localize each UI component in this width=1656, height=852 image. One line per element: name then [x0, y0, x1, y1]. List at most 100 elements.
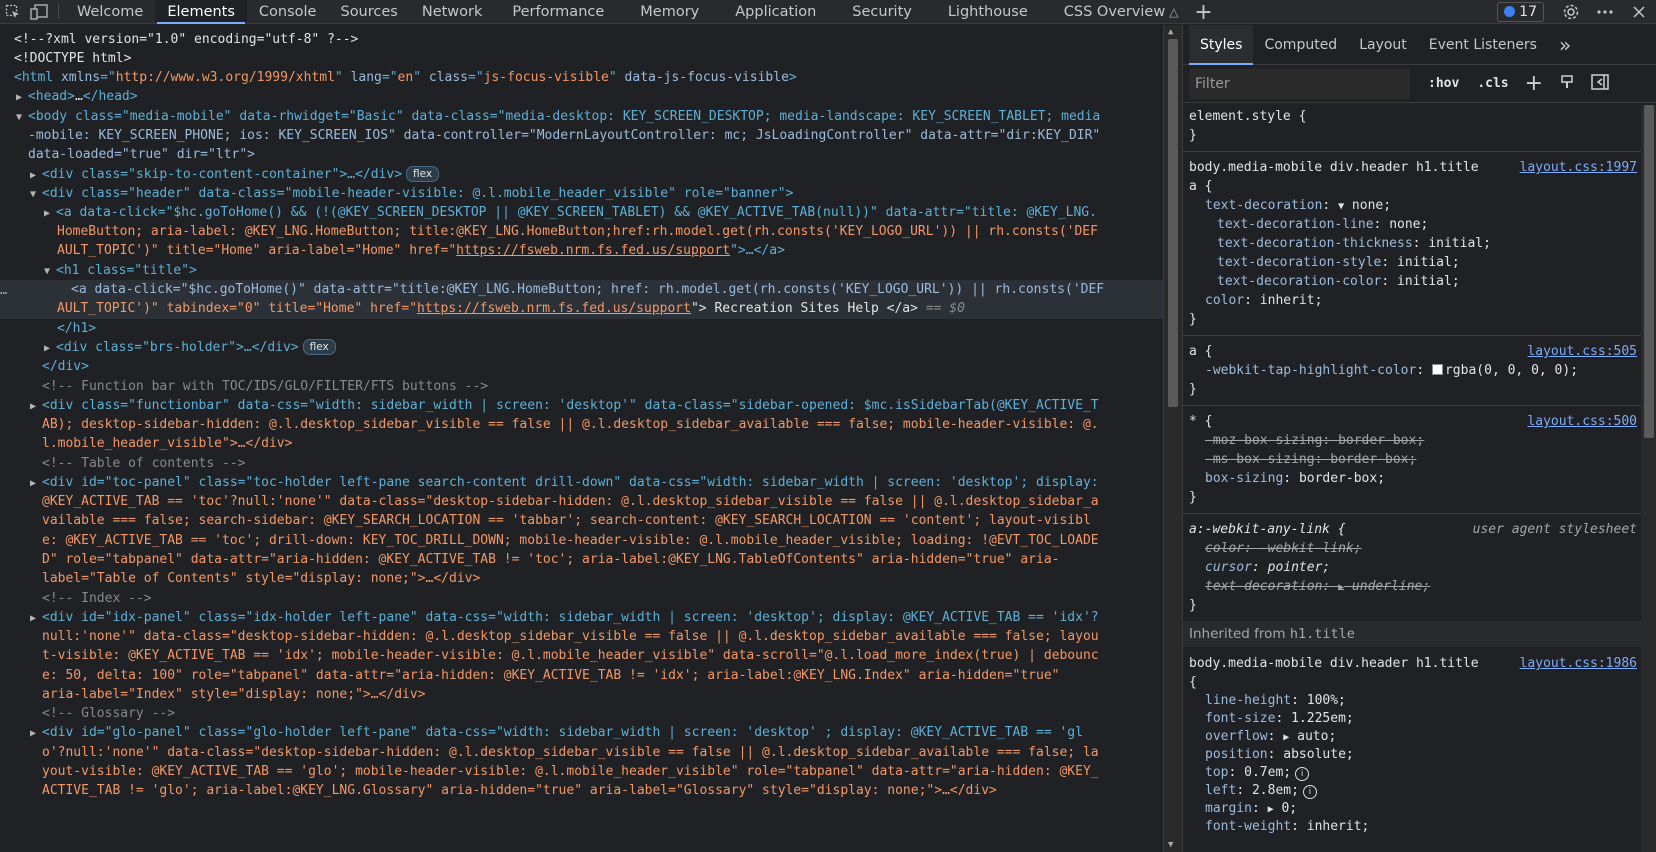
tab-lighthouse[interactable]: Lighthouse [930, 0, 1046, 23]
dom-node-xml-comment[interactable]: <!--?xml version="1.0" encoding="utf-8" … [0, 30, 1163, 50]
css-declaration[interactable]: margin: ▶ 0; [1183, 800, 1641, 818]
dom-node-html[interactable]: <html xmlns="http://www.w3.org/1999/xhtm… [0, 68, 1163, 88]
tab-computed[interactable]: Computed [1253, 25, 1348, 64]
collapse-triangle-icon[interactable]: ▼ [30, 185, 42, 204]
tab-sources[interactable]: Sources [328, 0, 409, 23]
info-icon[interactable]: i [1295, 767, 1310, 781]
css-declaration-overridden[interactable]: -moz-box-sizing: border-box; [1183, 431, 1641, 450]
dom-node-idx-panel[interactable]: ▶ <div id="idx-panel" class="idx-holder l… [0, 608, 1163, 628]
expand-triangle-icon[interactable]: ▶ [44, 204, 56, 223]
tab-styles[interactable]: Styles [1189, 25, 1254, 65]
tab-event-listeners[interactable]: Event Listeners [1418, 25, 1548, 64]
flex-badge[interactable]: flex [302, 339, 336, 355]
rule-selector[interactable]: * {layout.css:500 [1183, 412, 1641, 431]
expand-triangle-icon[interactable]: ▶ [1268, 804, 1274, 815]
styles-scrollbar[interactable] [1641, 105, 1656, 852]
scroll-down-icon[interactable]: ▼ [1168, 840, 1173, 850]
tab-elements[interactable]: Elements [155, 0, 247, 24]
dom-comment[interactable]: <!-- Function bar with TOC/IDS/GLO/FILTE… [0, 377, 1163, 397]
dom-scrollbar[interactable]: ▲ ▼ [1163, 25, 1182, 852]
css-value[interactable]: none; [1352, 198, 1391, 213]
scrollbar-thumb[interactable] [1168, 39, 1178, 407]
rule-selector[interactable]: a:-webkit-any-link {user agent styleshee… [1183, 520, 1641, 539]
tab-security[interactable]: Security [834, 0, 930, 23]
tab-network[interactable]: Network [410, 0, 495, 23]
tab-layout[interactable]: Layout [1348, 25, 1418, 64]
css-declaration-overridden[interactable]: -ms-box-sizing: border-box; [1183, 450, 1641, 469]
scrollbar-thumb[interactable] [1644, 105, 1654, 438]
more-tabs-button[interactable]: » [1548, 25, 1582, 64]
expand-triangle-icon[interactable]: ▶ [30, 397, 42, 416]
expand-triangle-icon[interactable]: ▶ [1338, 582, 1344, 593]
css-value[interactable]: border-box; [1299, 471, 1385, 486]
collapse-triangle-icon[interactable]: ▼ [44, 262, 56, 281]
source-link[interactable]: layout.css:1986 [1520, 654, 1637, 673]
dom-node-body[interactable]: ▼ <body class="media-mobile" data-rhwidge… [0, 107, 1163, 127]
css-value[interactable]: 1.225em; [1291, 711, 1354, 726]
expand-triangle-icon[interactable]: ▶ [30, 166, 42, 185]
dom-node-brs-holder[interactable]: ▶ <div class="brs-holder">…</div> flex [0, 338, 1163, 358]
css-declaration[interactable]: font-size: 1.225em; [1183, 710, 1641, 728]
css-value[interactable]: 0; [1281, 801, 1297, 816]
dom-node-header[interactable]: ▼ <div class="header" data-class="mobile-… [0, 184, 1163, 204]
add-tab-button[interactable]: + [1186, 0, 1220, 25]
css-value[interactable]: auto; [1297, 729, 1336, 744]
tab-memory[interactable]: Memory [622, 0, 717, 23]
dom-node-home-link[interactable]: ▶ <a data-click="$hc.goToHome() && (!(@KE… [0, 203, 1163, 223]
css-declaration[interactable]: overflow: ▶ auto; [1183, 728, 1641, 746]
css-declaration[interactable]: top: 0.7em; i [1183, 764, 1641, 782]
hover-state-button[interactable]: :hov [1428, 76, 1459, 91]
css-value[interactable]: absolute; [1283, 747, 1353, 762]
close-devtools-button[interactable] [1622, 0, 1656, 24]
css-value[interactable]: 2.8em; [1252, 783, 1299, 798]
toggle-sidebar-icon[interactable] [1591, 73, 1609, 94]
css-declaration[interactable]: box-sizing: border-box; [1183, 469, 1641, 488]
tab-application[interactable]: Application [717, 0, 834, 23]
issues-counter-button[interactable]: 17 [1497, 1, 1544, 22]
settings-button[interactable] [1554, 0, 1588, 24]
rule-selector[interactable]: body.media-mobile div.header h1.title lay… [1183, 158, 1641, 177]
css-value[interactable]: rgba(0, 0, 0, 0); [1445, 363, 1578, 378]
flex-badge[interactable]: flex [406, 166, 440, 182]
expand-triangle-icon[interactable]: ▶ [44, 339, 56, 358]
expand-triangle-icon[interactable]: ▶ [30, 609, 42, 628]
css-value[interactable]: 0.7em; [1244, 765, 1291, 780]
dom-node-skip-to-content[interactable]: ▶ <div class="skip-to-content-container">… [0, 165, 1163, 185]
expand-triangle-icon[interactable]: ▶ [16, 88, 28, 107]
dom-node-glo-panel[interactable]: ▶ <div id="glo-panel" class="glo-holder l… [0, 723, 1163, 743]
css-declaration[interactable]: font-weight: inherit; [1183, 818, 1641, 836]
dom-node-doctype[interactable]: <!DOCTYPE html> [0, 49, 1163, 69]
css-declaration[interactable]: text-decoration: ▼ none; [1183, 196, 1641, 215]
expand-triangle-icon[interactable]: ▼ [1338, 201, 1344, 212]
rule-selector[interactable]: body.media-mobile div.header h1.title lay… [1183, 654, 1641, 673]
rule-selector[interactable]: element.style { [1183, 107, 1641, 126]
inspect-element-icon[interactable] [0, 0, 26, 23]
source-link[interactable]: layout.css:505 [1527, 342, 1637, 361]
expand-triangle-icon[interactable]: ▶ [30, 724, 42, 743]
expand-triangle-icon[interactable]: ▶ [1283, 732, 1289, 743]
rule-selector[interactable]: a {layout.css:505 [1183, 342, 1641, 361]
collapse-triangle-icon[interactable]: ▼ [16, 108, 28, 127]
css-declaration[interactable]: line-height: 100%; [1183, 692, 1641, 710]
color-swatch[interactable] [1431, 364, 1443, 375]
tab-console[interactable]: Console [247, 0, 329, 23]
dom-node-toc-panel[interactable]: ▶ <div id="toc-panel" class="toc-holder l… [0, 473, 1163, 493]
dom-comment[interactable]: <!-- Glossary --> [0, 704, 1163, 724]
paint-brush-icon[interactable] [1559, 74, 1575, 94]
dom-node-head[interactable]: ▶ <head>…</head> [0, 87, 1163, 107]
device-toolbar-icon[interactable] [26, 0, 52, 23]
source-link[interactable]: layout.css:500 [1527, 412, 1637, 431]
dom-node-selected-anchor[interactable]: … <a data-click="$hc.goToHome()" data-att… [0, 280, 1163, 300]
dom-link-url[interactable]: https://fsweb.nrm.fs.fed.us/support [417, 301, 691, 316]
dom-node-selected-anchor-cont[interactable]: AULT_TOPIC')" tabindex="0" title="Home" … [0, 299, 1163, 319]
inherited-element-link[interactable]: h1.title [1290, 626, 1355, 642]
dom-node-h1-title[interactable]: ▼ <h1 class="title"> [0, 261, 1163, 281]
scroll-up-icon[interactable]: ▲ [1168, 27, 1173, 37]
dom-link-url[interactable]: https://fsweb.nrm.fs.fed.us/support [456, 243, 730, 258]
styles-filter-input[interactable] [1189, 68, 1410, 99]
tab-performance[interactable]: Performance [494, 0, 622, 23]
css-value[interactable]: inherit; [1260, 293, 1323, 308]
css-declaration[interactable]: color: inherit; [1183, 291, 1641, 310]
tab-css-overview[interactable]: CSS Overview △ [1046, 0, 1187, 23]
class-toggle-button[interactable]: .cls [1477, 76, 1508, 91]
